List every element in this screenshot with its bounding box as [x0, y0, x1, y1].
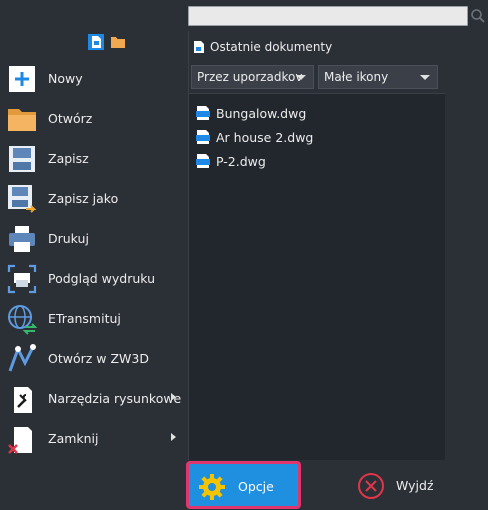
list-item[interactable]: P-2.dwg: [195, 152, 266, 170]
view-mode-select-value: Małe ikony: [324, 70, 389, 84]
dwg-file-icon: [196, 106, 210, 120]
menu-item-label: Otwórz: [48, 111, 93, 126]
menu-item-print[interactable]: Drukuj: [0, 219, 187, 259]
menu-item-save-as[interactable]: Zapisz jako: [0, 179, 187, 219]
menu-item-label: Zapisz: [48, 151, 89, 166]
search-icon[interactable]: [470, 8, 486, 24]
right-gutter: [446, 31, 488, 460]
save-as-icon: [8, 185, 37, 213]
printer-icon: [9, 226, 35, 252]
menu-item-drawing-tools[interactable]: Narzędzia rysunkowe: [0, 379, 187, 419]
menu-item-label: Nowy: [48, 71, 83, 86]
menu-item-label: Zapisz jako: [48, 191, 119, 206]
footer-bar: Opcje Wyjdź: [0, 460, 488, 510]
sort-select-value: Przez uporzadkov: [197, 70, 303, 84]
left-panel: Nowy Otwórz Zapisz Zapisz jako Drukuj Po…: [0, 31, 187, 460]
new-icon: [9, 66, 35, 92]
etransmit-icon: [8, 305, 38, 335]
menu-item-label: Otwórz w ZW3D: [48, 351, 149, 366]
close-doc-icon: [8, 427, 32, 454]
mode-switcher: [88, 34, 126, 50]
sort-select[interactable]: Przez uporzadkov: [191, 65, 314, 89]
list-item[interactable]: Bungalow.dwg: [195, 104, 306, 122]
chevron-down-icon: [420, 75, 430, 80]
recent-documents-header: Ostatnie dokumenty: [193, 39, 332, 55]
print-preview-icon: [7, 264, 37, 294]
menu-item-save[interactable]: Zapisz: [0, 139, 187, 179]
menu-item-print-preview[interactable]: Podgląd wydruku: [0, 259, 187, 299]
chevron-down-icon: [296, 75, 306, 80]
menu-item-open-zw3d[interactable]: Otwórz w ZW3D: [0, 339, 187, 379]
options-button[interactable]: Opcje: [186, 461, 301, 509]
submenu-arrow-icon: [171, 433, 176, 441]
recent-documents-panel: Ostatnie dokumenty Przez uporzadkov Małe…: [188, 31, 445, 460]
view-options: Przez uporzadkov Małe ikony: [191, 65, 438, 89]
list-item[interactable]: Ar house 2.dwg: [195, 128, 313, 146]
file-name: Bungalow.dwg: [216, 105, 307, 121]
menu-item-label: Drukuj: [48, 231, 89, 246]
menu-item-label: Podgląd wydruku: [48, 271, 156, 286]
gear-icon: [199, 474, 225, 500]
recent-docs-mode-icon[interactable]: [88, 34, 104, 50]
search-input[interactable]: [188, 6, 468, 26]
menu-item-label: Narzędzia rysunkowe: [48, 391, 182, 406]
view-mode-select[interactable]: Małe ikony: [318, 65, 438, 89]
submenu-arrow-icon: [171, 393, 176, 401]
menu-item-label: Zamknij: [48, 431, 99, 446]
exit-icon: [358, 473, 384, 499]
application-menu: Nowy Otwórz Zapisz Zapisz jako Drukuj Po…: [0, 59, 187, 459]
top-bar: [0, 0, 488, 31]
zw3d-icon: [8, 344, 36, 372]
file-name: P-2.dwg: [216, 153, 266, 169]
dwg-file-icon: [196, 154, 210, 168]
file-name: Ar house 2.dwg: [216, 129, 314, 145]
options-button-label: Opcje: [238, 479, 274, 494]
menu-item-close[interactable]: Zamknij: [0, 419, 187, 459]
recent-documents-title: Ostatnie dokumenty: [210, 40, 333, 54]
menu-item-open[interactable]: Otwórz: [0, 99, 187, 139]
menu-item-new[interactable]: Nowy: [0, 59, 187, 99]
dwg-file-icon: [196, 130, 210, 144]
recent-files-list: Bungalow.dwg Ar house 2.dwg P-2.dwg: [189, 93, 445, 460]
exit-button-label: Wyjdź: [396, 478, 434, 493]
recent-documents-icon: [194, 41, 204, 53]
menu-item-etransmit[interactable]: ETransmituj: [0, 299, 187, 339]
save-icon: [9, 146, 35, 172]
folder-open-icon: [8, 109, 36, 131]
folder-mode-icon[interactable]: [110, 34, 126, 50]
drawing-tools-icon: [14, 387, 32, 413]
menu-item-label: ETransmituj: [48, 311, 121, 326]
